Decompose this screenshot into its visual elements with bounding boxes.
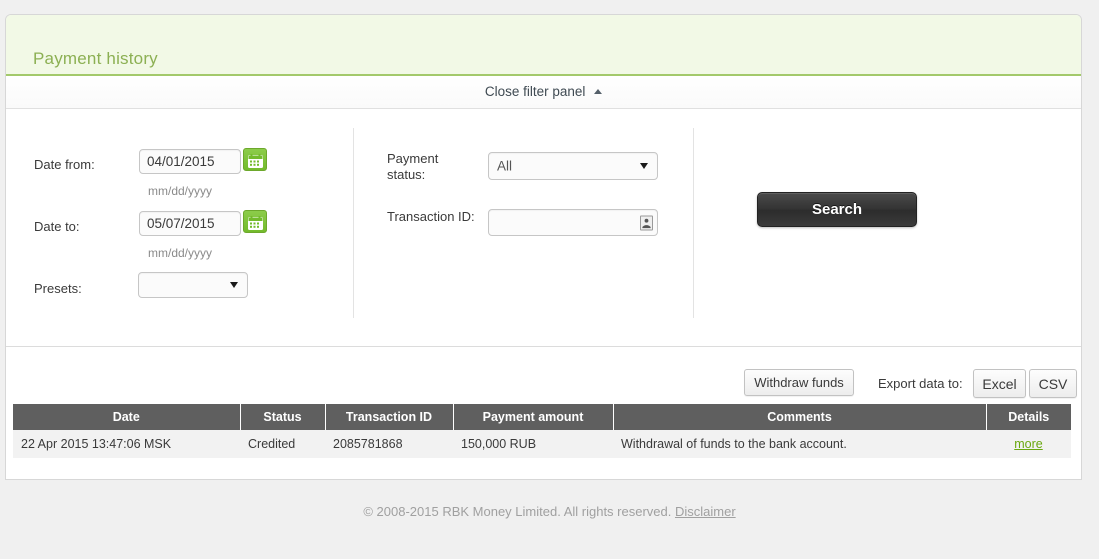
payment-status-select[interactable]: All — [488, 152, 658, 180]
copyright-text: © 2008-2015 RBK Money Limited. All right… — [363, 504, 672, 519]
footer: © 2008-2015 RBK Money Limited. All right… — [0, 504, 1099, 519]
calendar-icon-button-to[interactable] — [243, 210, 267, 233]
table-header-row: Date Status Transaction ID Payment amoun… — [13, 404, 1071, 430]
calendar-icon — [247, 216, 263, 230]
payment-status-label: Payment status: — [387, 151, 439, 182]
date-to-hint: mm/dd/yyyy — [148, 246, 213, 260]
search-button[interactable]: Search — [757, 192, 917, 227]
cell-payment-amount: 150,000 RUB — [453, 430, 613, 458]
disclaimer-link[interactable]: Disclaimer — [675, 504, 736, 519]
cell-details: more — [986, 430, 1071, 458]
filter-column-divider-1 — [353, 128, 354, 318]
cell-date: 22 Apr 2015 13:47:06 MSK — [13, 430, 240, 458]
payment-status-selected-value: All — [497, 158, 513, 174]
export-excel-button[interactable]: Excel — [973, 369, 1026, 398]
cell-status: Credited — [240, 430, 325, 458]
table-row: 22 Apr 2015 13:47:06 MSK Credited 208578… — [13, 430, 1071, 458]
payment-history-table: Date Status Transaction ID Payment amoun… — [13, 404, 1071, 458]
filter-column-divider-2 — [693, 128, 694, 318]
transaction-id-input[interactable] — [488, 209, 658, 236]
column-header-status[interactable]: Status — [240, 404, 326, 430]
filter-toggle-label: Close filter panel — [484, 84, 586, 99]
contact-card-icon — [642, 218, 651, 229]
export-csv-button[interactable]: CSV — [1029, 369, 1077, 398]
withdraw-funds-button[interactable]: Withdraw funds — [744, 369, 854, 396]
cell-comments: Withdrawal of funds to the bank account. — [613, 430, 986, 458]
date-to-label: Date to: — [34, 219, 80, 234]
transaction-id-field-wrap — [488, 209, 658, 236]
column-header-transaction-id[interactable]: Transaction ID — [325, 404, 454, 430]
cell-transaction-id: 2085781868 — [325, 430, 453, 458]
presets-select[interactable] — [138, 272, 248, 298]
caret-up-icon — [594, 89, 603, 94]
filter-panel: Date from: mm/dd/yyyy Date to: — [6, 109, 1081, 347]
calendar-icon-button-from[interactable] — [243, 148, 267, 171]
chevron-down-icon — [640, 163, 648, 169]
presets-label: Presets: — [34, 281, 82, 296]
date-to-input[interactable] — [139, 211, 241, 236]
date-from-input[interactable] — [139, 149, 241, 174]
column-header-date[interactable]: Date — [13, 404, 241, 430]
filter-toggle-bar: Close filter panel — [6, 76, 1081, 109]
column-header-details[interactable]: Details — [986, 404, 1071, 430]
contact-card-icon-button[interactable] — [640, 215, 653, 230]
date-from-label: Date from: — [34, 157, 95, 172]
chevron-down-icon — [230, 282, 238, 288]
export-data-label: Export data to: — [878, 376, 963, 391]
close-filter-panel-toggle[interactable]: Close filter panel — [484, 84, 603, 99]
page-title: Payment history — [33, 49, 158, 68]
date-from-hint: mm/dd/yyyy — [148, 184, 213, 198]
calendar-icon — [247, 154, 263, 168]
transaction-id-label: Transaction ID: — [387, 209, 475, 224]
action-bar: Withdraw funds Export data to: Excel CSV — [6, 347, 1081, 407]
details-more-link[interactable]: more — [1014, 437, 1042, 451]
column-header-payment-amount[interactable]: Payment amount — [453, 404, 614, 430]
column-header-comments[interactable]: Comments — [613, 404, 987, 430]
panel-header: Payment history — [6, 15, 1081, 76]
